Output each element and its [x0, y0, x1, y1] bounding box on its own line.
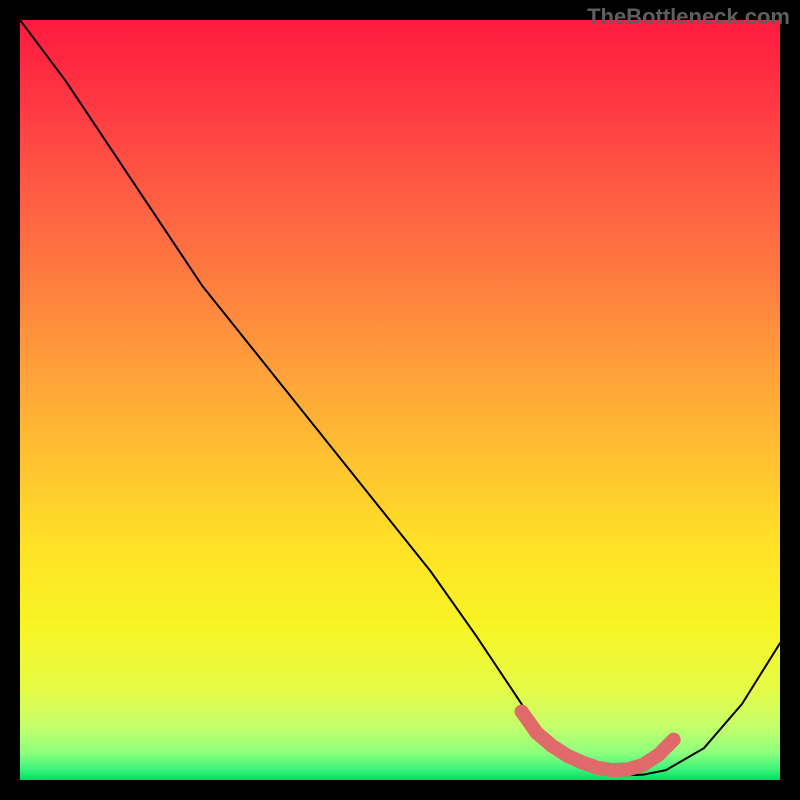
watermark-text: TheBottleneck.com: [587, 4, 790, 30]
series-marker-band-point: [651, 748, 665, 762]
series-marker-band-point: [606, 763, 620, 777]
series-marker-band-point: [591, 761, 605, 775]
series-marker-band-point: [667, 733, 681, 747]
series-marker-band-point: [545, 739, 559, 753]
series-marker-band-point: [530, 726, 544, 740]
series-marker-band-point: [621, 762, 635, 776]
series-marker-band-point: [636, 758, 650, 772]
gradient-background: [20, 20, 780, 780]
chart-svg: [20, 20, 780, 780]
plot-area: [20, 20, 780, 780]
series-marker-band-point: [560, 749, 574, 763]
series-marker-band-point: [515, 705, 529, 719]
series-marker-band-point: [575, 756, 589, 770]
chart-container: TheBottleneck.com: [0, 0, 800, 800]
